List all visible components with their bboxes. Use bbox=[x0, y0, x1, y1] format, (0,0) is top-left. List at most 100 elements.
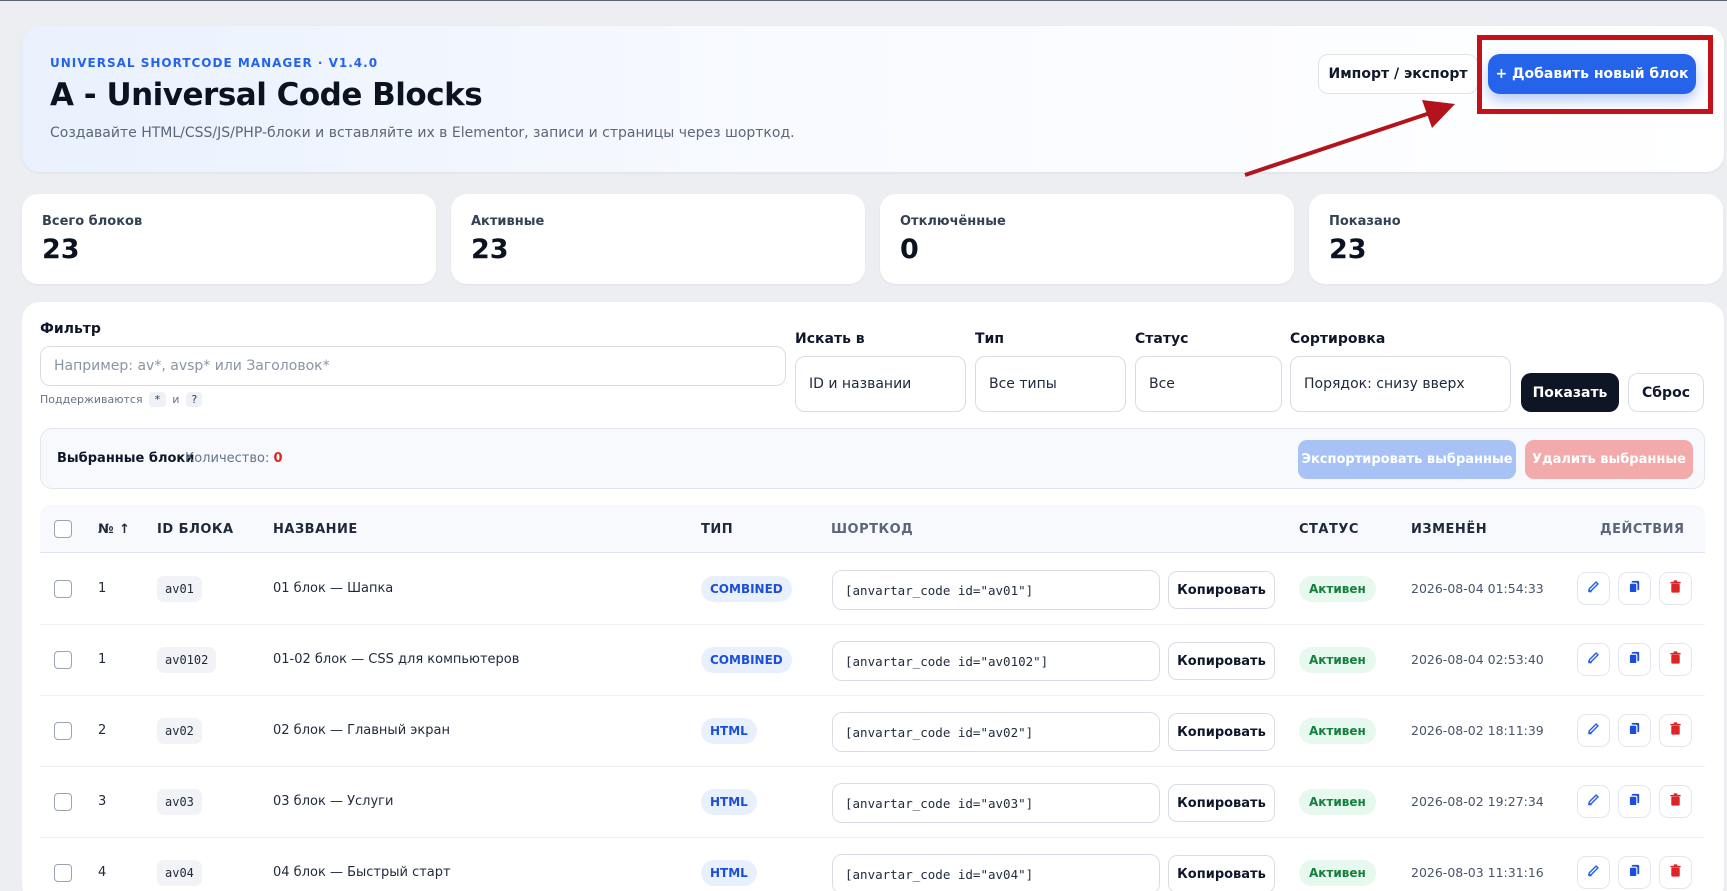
import-export-button[interactable]: Импорт / экспорт bbox=[1318, 54, 1478, 94]
copy-shortcode-button[interactable]: Копировать bbox=[1168, 571, 1275, 609]
reset-button[interactable]: Сброс bbox=[1628, 373, 1704, 412]
block-id-chip: av03 bbox=[157, 789, 202, 815]
row-checkbox[interactable] bbox=[54, 864, 72, 882]
pencil-icon bbox=[1586, 863, 1601, 882]
column-modified: ИЗМЕНЁН bbox=[1411, 522, 1488, 537]
type-badge: COMBINED bbox=[701, 576, 792, 602]
stat-label: Всего блоков bbox=[42, 214, 143, 229]
edit-button[interactable] bbox=[1577, 643, 1610, 676]
column-shortcode: ШОРТКОД bbox=[831, 522, 914, 537]
status-label: Статус bbox=[1135, 331, 1189, 347]
row-num: 1 bbox=[98, 581, 107, 596]
row-checkbox[interactable] bbox=[54, 580, 72, 598]
type-badge: HTML bbox=[701, 789, 757, 815]
column-actions: ДЕЙСТВИЯ bbox=[1600, 522, 1685, 537]
status-select[interactable]: Все bbox=[1135, 356, 1282, 412]
sort-select[interactable]: Порядок: снизу вверх bbox=[1290, 356, 1511, 412]
column-type: ТИП bbox=[701, 522, 734, 537]
block-id-chip: av04 bbox=[157, 860, 202, 886]
table-header: № ↑ ID БЛОКА НАЗВАНИЕ ТИП ШОРТКОД СТАТУС… bbox=[40, 505, 1705, 553]
copy-shortcode-button[interactable]: Копировать bbox=[1168, 713, 1275, 751]
type-select[interactable]: Все типы bbox=[975, 356, 1126, 412]
selected-count-value: 0 bbox=[273, 451, 283, 466]
shortcode-field[interactable]: [anvartar_code id="av02"] bbox=[832, 712, 1160, 752]
export-selected-button[interactable]: Экспортировать выбранные bbox=[1298, 440, 1516, 479]
column-name: НАЗВАНИЕ bbox=[273, 522, 358, 537]
duplicate-button[interactable] bbox=[1618, 572, 1651, 605]
row-num: 4 bbox=[98, 865, 107, 880]
page-subtitle: Создавайте HTML/CSS/JS/PHP-блоки и встав… bbox=[50, 125, 795, 141]
copy-icon bbox=[1627, 650, 1642, 669]
stat-card-disabled: Отключённые 0 bbox=[880, 194, 1294, 284]
copy-icon bbox=[1627, 792, 1642, 811]
block-id-chip: av01 bbox=[157, 576, 202, 602]
status-badge: Активен bbox=[1299, 718, 1376, 744]
annotation-highlight-box bbox=[1477, 35, 1713, 114]
type-badge: COMBINED bbox=[701, 647, 792, 673]
delete-button[interactable] bbox=[1659, 856, 1692, 889]
shortcode-field[interactable]: [anvartar_code id="av0102"] bbox=[832, 641, 1160, 681]
block-name: 04 блок — Быстрый старт bbox=[273, 865, 451, 880]
duplicate-button[interactable] bbox=[1618, 643, 1651, 676]
delete-button[interactable] bbox=[1659, 643, 1692, 676]
copy-shortcode-button[interactable]: Копировать bbox=[1168, 855, 1275, 891]
row-checkbox[interactable] bbox=[54, 722, 72, 740]
copy-shortcode-button[interactable]: Копировать bbox=[1168, 642, 1275, 680]
page-title: A - Universal Code Blocks bbox=[50, 77, 483, 113]
row-checkbox[interactable] bbox=[54, 651, 72, 669]
stat-value: 23 bbox=[471, 234, 509, 265]
block-id-chip: av02 bbox=[157, 718, 202, 744]
shortcode-field[interactable]: [anvartar_code id="av04"] bbox=[832, 854, 1160, 891]
row-num: 2 bbox=[98, 723, 107, 738]
row-checkbox[interactable] bbox=[54, 793, 72, 811]
stat-card-active: Активные 23 bbox=[451, 194, 865, 284]
duplicate-button[interactable] bbox=[1618, 785, 1651, 818]
status-badge: Активен bbox=[1299, 576, 1376, 602]
table-row: 1 av01 01 блок — Шапка COMBINED [anvartar_co… bbox=[40, 554, 1705, 625]
copy-shortcode-button[interactable]: Копировать bbox=[1168, 784, 1275, 822]
filter-input[interactable]: Например: av*, avsp* или Заголовок* bbox=[40, 346, 786, 386]
delete-button[interactable] bbox=[1659, 572, 1692, 605]
shortcode-field[interactable]: [anvartar_code id="av01"] bbox=[832, 570, 1160, 610]
block-name: 02 блок — Главный экран bbox=[273, 723, 450, 738]
delete-button[interactable] bbox=[1659, 714, 1692, 747]
modified-date: 2026-08-04 02:53:40 bbox=[1411, 652, 1544, 667]
edit-button[interactable] bbox=[1577, 785, 1610, 818]
sort-label: Сортировка bbox=[1290, 331, 1386, 347]
filter-label: Фильтр bbox=[40, 321, 101, 337]
delete-selected-button[interactable]: Удалить выбранные bbox=[1525, 440, 1693, 479]
trash-icon bbox=[1668, 792, 1683, 811]
edit-button[interactable] bbox=[1577, 714, 1610, 747]
shortcode-field[interactable]: [anvartar_code id="av03"] bbox=[832, 783, 1160, 823]
show-button[interactable]: Показать bbox=[1521, 373, 1619, 412]
stat-value: 0 bbox=[900, 234, 919, 265]
modified-date: 2026-08-04 01:54:33 bbox=[1411, 581, 1544, 596]
delete-button[interactable] bbox=[1659, 785, 1692, 818]
duplicate-button[interactable] bbox=[1618, 714, 1651, 747]
filter-hint: Поддерживаются * и ? bbox=[40, 392, 205, 407]
select-all-checkbox[interactable] bbox=[54, 520, 72, 538]
copy-icon bbox=[1627, 579, 1642, 598]
selection-bar: Выбранные блоки Количество: 0 Экспортиро… bbox=[40, 428, 1705, 489]
copy-icon bbox=[1627, 721, 1642, 740]
page-header: UNIVERSAL SHORTCODE MANAGER · V1.4.0 A -… bbox=[22, 26, 1724, 172]
column-num[interactable]: № ↑ bbox=[98, 522, 131, 537]
type-label: Тип bbox=[975, 331, 1005, 347]
table-row: 3 av03 03 блок — Услуги HTML [anvartar_code … bbox=[40, 767, 1705, 838]
table-row: 4 av04 04 блок — Быстрый старт HTML [anvarta… bbox=[40, 838, 1705, 891]
modified-date: 2026-08-03 11:31:16 bbox=[1411, 865, 1544, 880]
row-num: 3 bbox=[98, 794, 107, 809]
edit-button[interactable] bbox=[1577, 856, 1610, 889]
window-top-border bbox=[0, 0, 1727, 1]
stat-label: Показано bbox=[1329, 214, 1401, 229]
pencil-icon bbox=[1586, 792, 1601, 811]
block-name: 01 блок — Шапка bbox=[273, 581, 394, 596]
trash-icon bbox=[1668, 863, 1683, 882]
copy-icon bbox=[1627, 863, 1642, 882]
edit-button[interactable] bbox=[1577, 572, 1610, 605]
plugin-version-label: UNIVERSAL SHORTCODE MANAGER · V1.4.0 bbox=[50, 56, 379, 70]
search-in-select[interactable]: ID и названии bbox=[795, 356, 966, 412]
trash-icon bbox=[1668, 579, 1683, 598]
table-row: 2 av02 02 блок — Главный экран HTML [anvarta… bbox=[40, 696, 1705, 767]
duplicate-button[interactable] bbox=[1618, 856, 1651, 889]
